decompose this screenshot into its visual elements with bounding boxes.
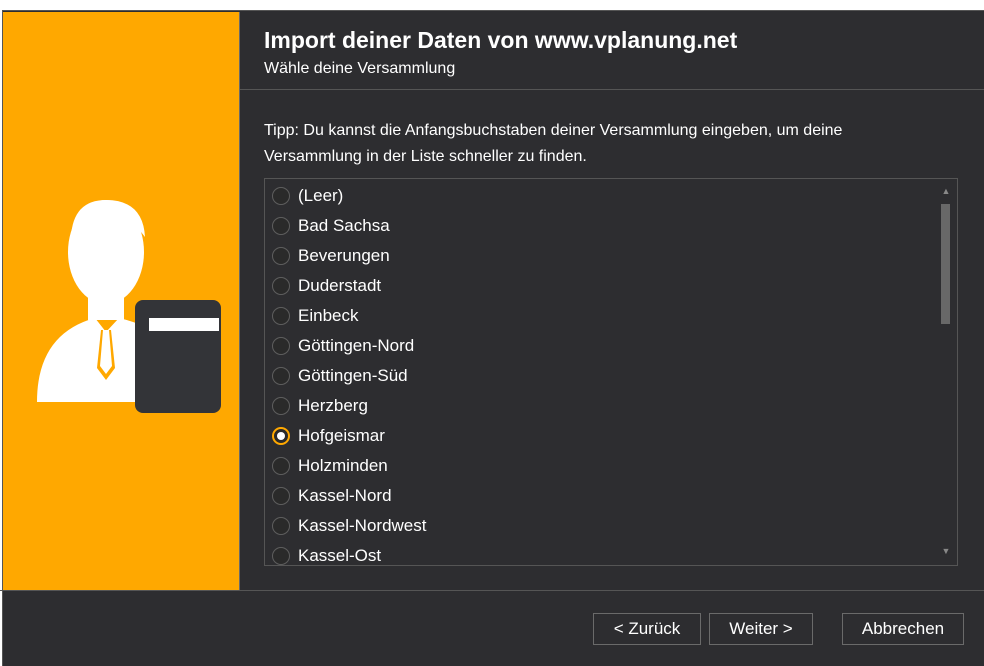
radio-button[interactable]	[272, 457, 290, 475]
list-item[interactable]: Kassel-Ost	[265, 541, 935, 565]
radio-button[interactable]	[272, 307, 290, 325]
list-item-label: Bad Sachsa	[298, 216, 390, 235]
list-item[interactable]: Beverungen	[265, 241, 935, 271]
list-item-label: Herzberg	[298, 396, 368, 415]
radio-button[interactable]	[272, 247, 290, 265]
tip-text: Tipp: Du kannst die Anfangsbuchstaben de…	[264, 122, 843, 165]
list-item[interactable]: Göttingen-Süd	[265, 361, 935, 391]
list-scrollbar[interactable]: ▲ ▼	[935, 179, 957, 565]
radio-button[interactable]	[272, 217, 290, 235]
list-item[interactable]: Kassel-Nord	[265, 481, 935, 511]
list-item-label: Holzminden	[298, 456, 388, 475]
list-item[interactable]: Einbeck	[265, 301, 935, 331]
list-item-label: Göttingen-Nord	[298, 336, 415, 355]
radio-button[interactable]	[272, 367, 290, 385]
scroll-up-arrow-icon[interactable]: ▲	[940, 185, 952, 197]
back-button[interactable]: < Zurück	[593, 613, 701, 645]
side-banner	[3, 12, 239, 590]
user-with-book-icon	[37, 200, 221, 413]
radio-button[interactable]	[272, 277, 290, 295]
list-item-label: Einbeck	[298, 306, 359, 325]
list-item-label: Hofgeismar	[298, 426, 385, 445]
radio-button[interactable]	[272, 187, 290, 205]
list-item-label: (Leer)	[298, 186, 344, 205]
side-divider	[239, 12, 240, 590]
radio-button[interactable]	[272, 547, 290, 565]
list-item-label: Kassel-Ost	[298, 546, 382, 565]
list-item[interactable]: Herzberg	[265, 391, 935, 421]
list-item-label: Göttingen-Süd	[298, 366, 408, 385]
list-item[interactable]: Göttingen-Nord	[265, 331, 935, 361]
list-item[interactable]: Bad Sachsa	[265, 211, 935, 241]
header-divider	[240, 89, 984, 90]
congregation-list[interactable]: (Leer) Bad Sachsa Beverungen Duderstadt …	[264, 178, 958, 566]
radio-button[interactable]	[272, 397, 290, 415]
list-item-label: Beverungen	[298, 246, 390, 265]
list-item-label: Duderstadt	[298, 276, 382, 295]
radio-button[interactable]	[272, 487, 290, 505]
radio-button[interactable]	[272, 337, 290, 355]
page-title: Import deiner Daten von www.vplanung.net	[264, 27, 738, 53]
list-item[interactable]: Holzminden	[265, 451, 935, 481]
scrollbar-thumb[interactable]	[941, 204, 950, 324]
list-item[interactable]: Duderstadt	[265, 271, 935, 301]
list-item[interactable]: Kassel-Nordwest	[265, 511, 935, 541]
cancel-button[interactable]: Abbrechen	[842, 613, 964, 645]
page-subtitle: Wähle deine Versammlung	[264, 60, 456, 77]
list-item-selected[interactable]: Hofgeismar	[265, 421, 935, 451]
radio-button-selected[interactable]	[272, 427, 290, 445]
list-item[interactable]: (Leer)	[265, 181, 935, 211]
radio-button[interactable]	[272, 517, 290, 535]
list-item-label: Kassel-Nord	[298, 486, 392, 505]
footer-divider	[0, 590, 984, 591]
scroll-down-arrow-icon[interactable]: ▼	[940, 545, 952, 557]
list-item-label: Kassel-Nordwest	[298, 516, 427, 535]
next-button[interactable]: Weiter >	[709, 613, 813, 645]
